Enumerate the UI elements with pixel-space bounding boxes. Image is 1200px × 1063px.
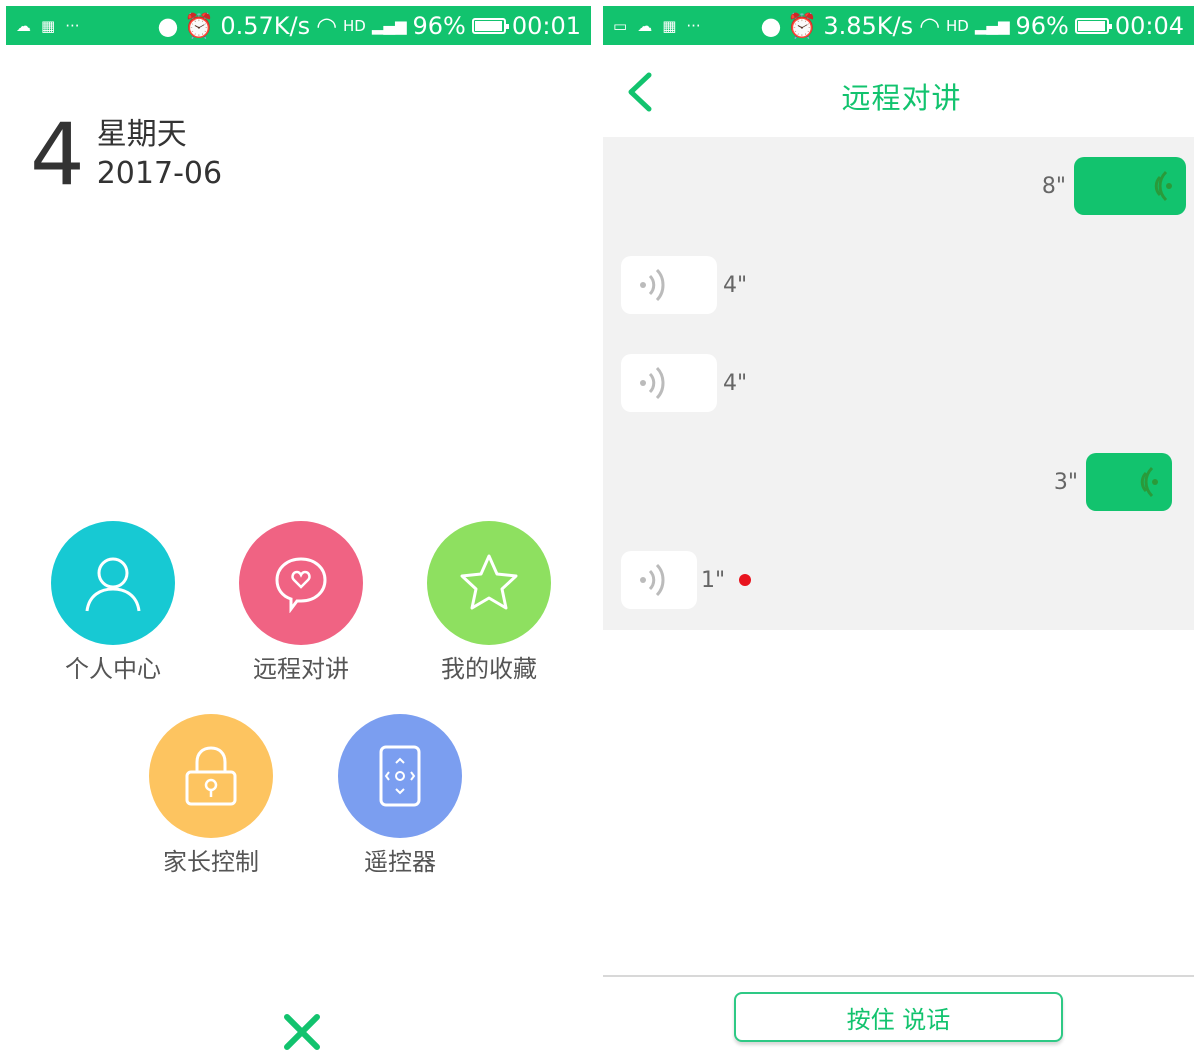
- chat-heart-icon: [239, 521, 363, 645]
- menu-remote-control[interactable]: 遥控器: [325, 714, 475, 877]
- voice-wave-icon: [1140, 466, 1158, 498]
- wifi-icon: ◠: [316, 11, 338, 40]
- menu-label: 家长控制: [163, 848, 259, 876]
- network-speed: 3.85K/s: [823, 11, 914, 40]
- battery-percent: 96%: [1015, 11, 1069, 40]
- voice-bubble[interactable]: [1086, 453, 1172, 511]
- signal-icon: ▂▄▆: [371, 16, 407, 35]
- network-type: HD: [946, 16, 969, 35]
- voice-message-incoming[interactable]: 4": [621, 256, 747, 314]
- menu-label: 我的收藏: [441, 655, 537, 683]
- title-bar: 远程对讲: [603, 45, 1200, 137]
- remote-intercom-screen: ▭ ☁ ▦ ··· ● ⏰ 3.85K/s ◠ HD ▂▄▆ 96% 00:04…: [603, 0, 1200, 1063]
- menu-my-favorites[interactable]: 我的收藏: [414, 521, 564, 684]
- cloud-icon: ☁: [637, 16, 653, 35]
- voice-wave-icon: [640, 563, 665, 597]
- voice-bubble[interactable]: [621, 256, 717, 314]
- status-bar: ☁ ▦ ··· ● ⏰ 0.57K/s ◠ HD ▂▄▆ 96% 00:01: [6, 6, 591, 45]
- voice-bubble[interactable]: [1074, 157, 1186, 215]
- close-icon[interactable]: [283, 1013, 321, 1051]
- menu-personal-center[interactable]: 个人中心: [38, 521, 188, 684]
- day-number: 4: [30, 105, 85, 205]
- apps-icon: ▦: [41, 16, 56, 35]
- year-month: 2017-06: [96, 156, 223, 191]
- apps-icon: ▦: [662, 16, 677, 35]
- status-bar: ▭ ☁ ▦ ··· ● ⏰ 3.85K/s ◠ HD ▂▄▆ 96% 00:04: [603, 6, 1194, 45]
- voice-message-outgoing[interactable]: 3": [1054, 453, 1172, 511]
- network-type: HD: [343, 16, 366, 35]
- voice-wave-icon: [1154, 170, 1172, 202]
- voice-message-incoming[interactable]: 1": [621, 551, 752, 609]
- clock-time: 00:04: [1114, 11, 1184, 40]
- star-icon: [427, 521, 551, 645]
- voice-wave-icon: [640, 268, 665, 302]
- alarm-icon: ⏰: [184, 11, 215, 40]
- voice-bubble[interactable]: [621, 551, 697, 609]
- divider: [603, 975, 1194, 977]
- home-menu-screen: ☁ ▦ ··· ● ⏰ 0.57K/s ◠ HD ▂▄▆ 96% 00:01 4…: [0, 0, 597, 1063]
- menu-remote-intercom[interactable]: 远程对讲: [226, 521, 376, 684]
- location-icon: ●: [157, 11, 179, 40]
- person-icon: [51, 521, 175, 645]
- menu-parental-control[interactable]: 家长控制: [136, 714, 286, 877]
- wifi-icon: ◠: [919, 11, 941, 40]
- voice-bubble[interactable]: [621, 354, 717, 412]
- signal-icon: ▂▄▆: [974, 16, 1010, 35]
- hold-to-talk-button[interactable]: 按住 说话: [734, 992, 1063, 1042]
- voice-wave-icon: [640, 366, 665, 400]
- cloud-icon: ☁: [16, 16, 31, 35]
- voice-message-incoming[interactable]: 4": [621, 354, 747, 412]
- lock-icon: [149, 714, 273, 838]
- battery-icon: [1074, 17, 1112, 34]
- menu-label: 遥控器: [364, 848, 436, 876]
- location-icon: ●: [760, 11, 782, 40]
- overflow-dots: ···: [686, 16, 701, 35]
- message-duration: 3": [1053, 469, 1078, 495]
- clock-time: 00:01: [511, 11, 581, 40]
- date-display: 4 星期天 2017-06: [30, 112, 222, 198]
- weekday: 星期天: [96, 117, 187, 152]
- network-speed: 0.57K/s: [220, 11, 311, 40]
- message-duration: 4": [723, 370, 748, 396]
- image-icon: ▭: [613, 16, 628, 35]
- battery-percent: 96%: [412, 11, 466, 40]
- battery-icon: [471, 17, 509, 34]
- alarm-icon: ⏰: [787, 11, 818, 40]
- remote-control-icon: [338, 714, 462, 838]
- message-list[interactable]: 8" 4" 4" 3" 1": [603, 137, 1194, 630]
- menu-label: 远程对讲: [253, 655, 349, 683]
- voice-message-outgoing[interactable]: 8": [1042, 157, 1186, 215]
- unread-indicator: [739, 574, 752, 586]
- page-title: 远程对讲: [841, 81, 962, 115]
- message-duration: 8": [1041, 173, 1066, 199]
- overflow-dots: ···: [65, 16, 80, 35]
- message-duration: 4": [723, 272, 748, 298]
- menu-label: 个人中心: [65, 655, 161, 683]
- message-duration: 1": [701, 567, 726, 593]
